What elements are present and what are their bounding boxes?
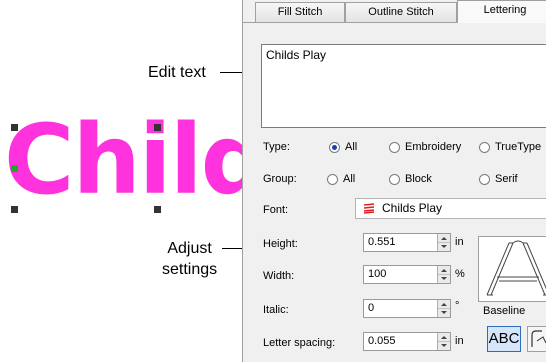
lettering-properties-panel: Fill Stitch Outline Stitch Lettering Chi… <box>242 0 546 362</box>
selection-handle-bottom-left[interactable] <box>11 206 18 213</box>
selection-handle-middle-left[interactable] <box>11 165 18 172</box>
height-value: 0.551 <box>368 236 396 248</box>
spin-up-icon <box>441 303 447 306</box>
group-all-label: All <box>343 173 356 185</box>
type-label: Type: <box>263 141 290 153</box>
type-all-radio[interactable] <box>329 142 340 153</box>
tab-bar: Fill Stitch Outline Stitch Lettering <box>243 0 546 23</box>
baseline-arc-icon <box>531 330 546 347</box>
group-block-label: Block <box>405 173 432 185</box>
selection-handle-bottom-middle[interactable] <box>154 206 161 213</box>
group-serif-label: Serif <box>495 173 518 185</box>
spin-down-icon <box>441 245 447 248</box>
callout-adjust-settings: Adjust settings <box>162 240 218 278</box>
letter-a-preview-icon <box>486 240 546 296</box>
italic-spin-buttons[interactable] <box>437 300 450 317</box>
italic-spinbox[interactable]: 0 <box>363 299 451 318</box>
spin-up-icon <box>441 237 447 240</box>
width-spin-buttons[interactable] <box>437 266 450 283</box>
tab-fill-stitch[interactable]: Fill Stitch <box>255 2 345 22</box>
embroidery-preview-text[interactable]: Child <box>4 112 269 208</box>
letter-preview-box <box>478 236 546 302</box>
letter-spacing-unit: in <box>455 335 464 347</box>
tab-lettering[interactable]: Lettering <box>457 0 546 23</box>
letter-spacing-spinbox[interactable]: 0.055 <box>363 332 451 351</box>
font-select[interactable]: Childs Play <box>355 198 546 219</box>
width-unit: % <box>455 268 465 280</box>
spin-down-icon <box>441 311 447 314</box>
spin-up-icon <box>441 269 447 272</box>
tab-outline-stitch[interactable]: Outline Stitch <box>345 2 457 22</box>
italic-unit: ° <box>455 300 460 312</box>
baseline-label: Baseline <box>483 305 526 317</box>
letter-spacing-spin-buttons[interactable] <box>437 333 450 350</box>
spin-up-icon <box>441 336 447 339</box>
font-label: Font: <box>263 204 289 216</box>
height-spin-buttons[interactable] <box>437 234 450 251</box>
type-all-label: All <box>345 141 358 153</box>
type-embroidery-label: Embroidery <box>405 141 462 153</box>
group-label: Group: <box>263 173 297 185</box>
spin-down-icon <box>441 344 447 347</box>
group-block-radio[interactable] <box>389 174 400 185</box>
letter-spacing-label: Letter spacing: <box>263 337 336 349</box>
type-truetype-radio[interactable] <box>479 142 490 153</box>
type-truetype-label: TrueType <box>495 141 542 153</box>
group-serif-radio[interactable] <box>479 174 490 185</box>
spin-down-icon <box>441 277 447 280</box>
height-spinbox[interactable]: 0.551 <box>363 233 451 252</box>
height-unit: in <box>455 236 464 248</box>
baseline-arc-button[interactable] <box>527 326 546 352</box>
group-all-radio[interactable] <box>327 174 338 185</box>
height-label: Height: <box>263 238 298 250</box>
baseline-straight-button[interactable]: ABC <box>487 326 521 352</box>
width-spinbox[interactable]: 100 <box>363 265 451 284</box>
embroidery-font-icon <box>363 203 375 214</box>
italic-value: 0 <box>368 302 375 314</box>
selection-handle-top-middle[interactable] <box>154 124 161 131</box>
width-label: Width: <box>263 270 295 282</box>
type-embroidery-radio[interactable] <box>389 142 400 153</box>
selection-handle-top-left[interactable] <box>11 124 18 131</box>
callout-edit-text: Edit text <box>148 64 206 81</box>
letter-spacing-value: 0.055 <box>368 335 396 347</box>
italic-label: Italic: <box>263 304 289 316</box>
width-value: 100 <box>368 268 387 280</box>
font-value: Childs Play <box>382 201 443 215</box>
lettering-text-input[interactable]: Childs Play <box>261 44 546 128</box>
